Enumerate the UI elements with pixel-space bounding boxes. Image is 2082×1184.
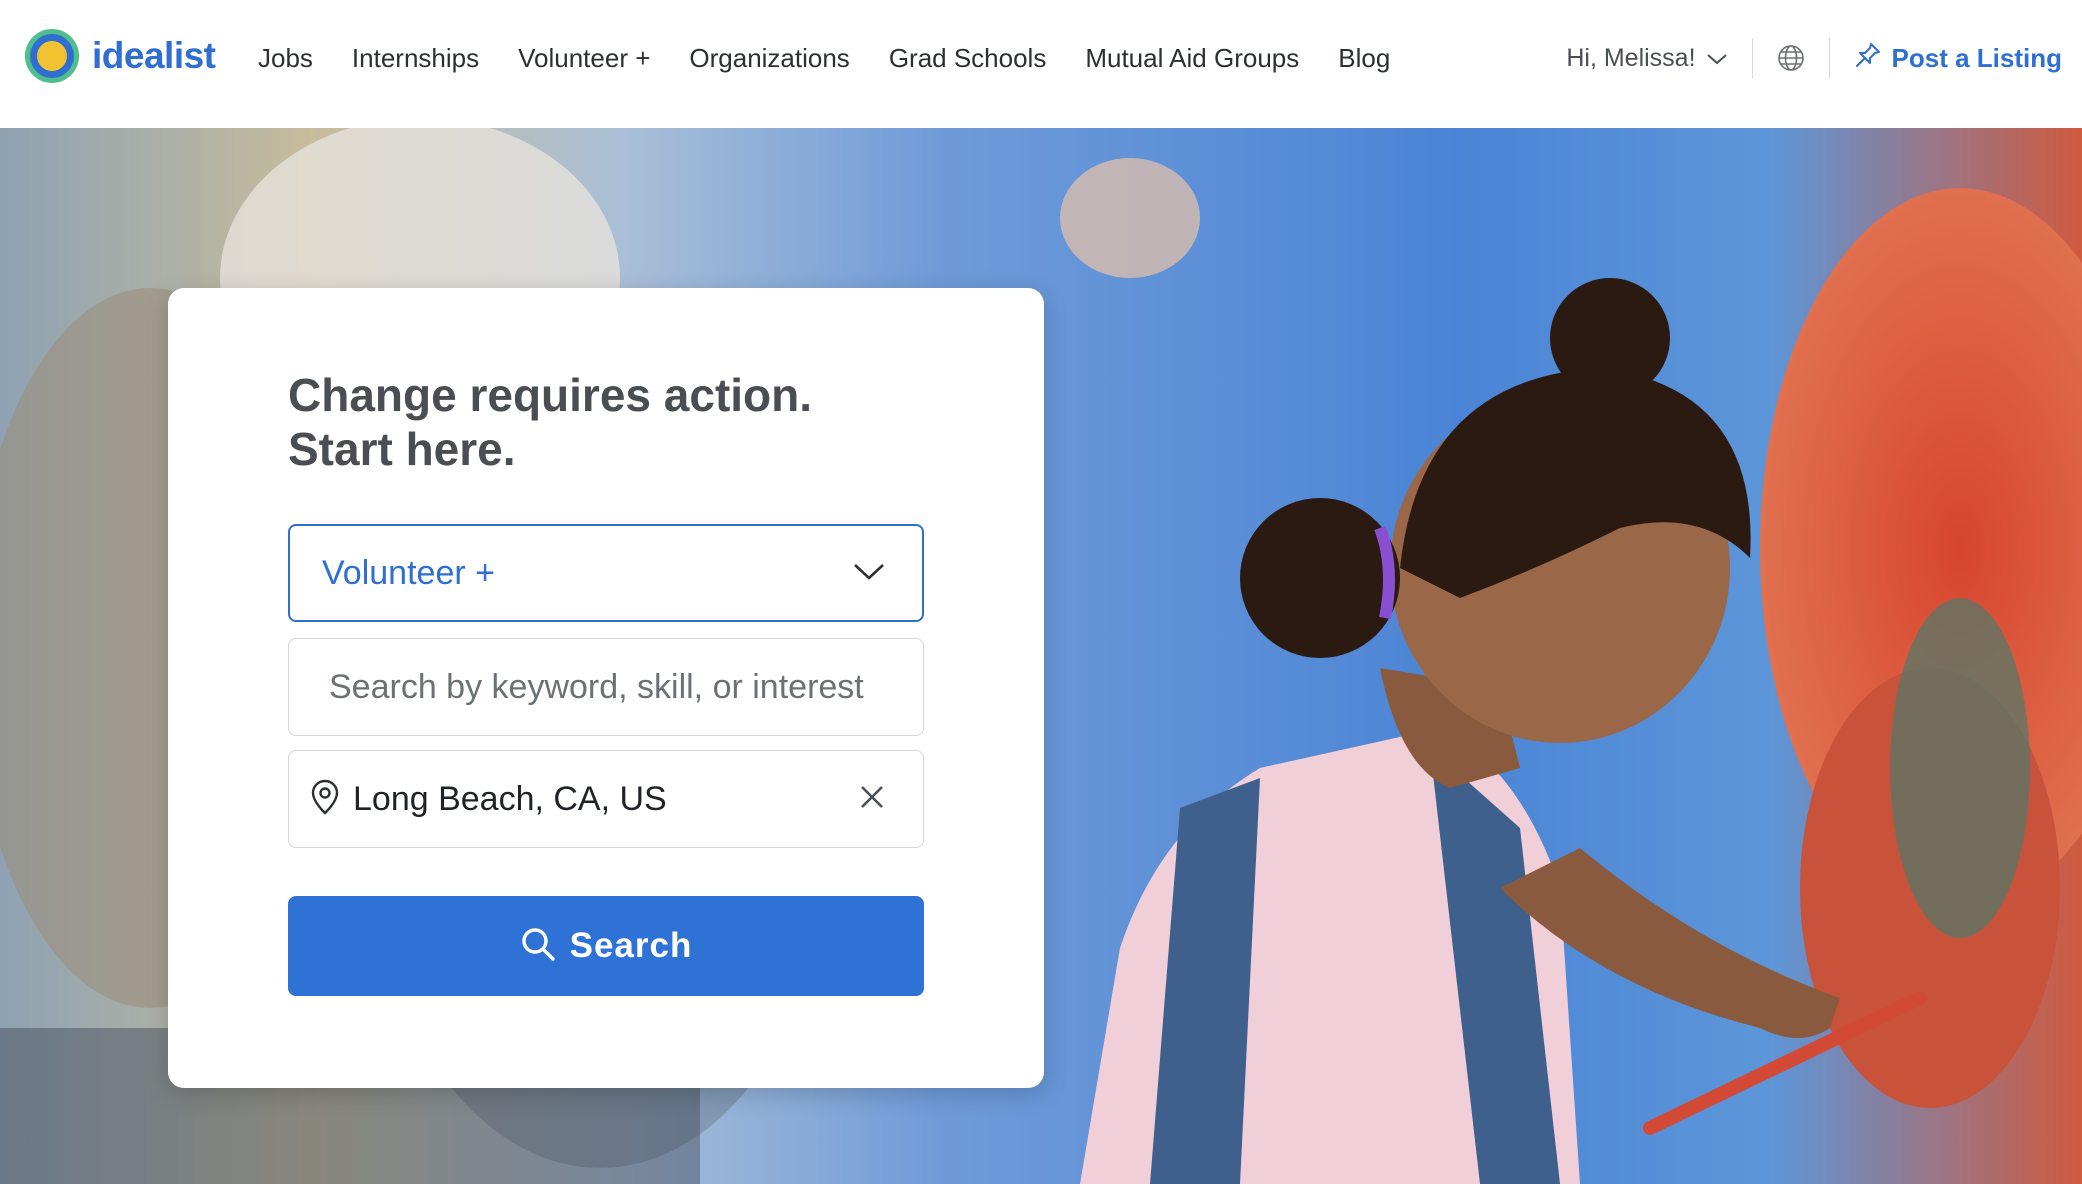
nav-blog[interactable]: Blog — [1338, 43, 1390, 74]
listing-type-value: Volunteer + — [322, 553, 495, 592]
language-button[interactable] — [1777, 44, 1805, 72]
keyword-field — [288, 638, 924, 736]
brand-logo[interactable]: idealist — [22, 26, 216, 86]
account-nav: Hi, Melissa! Post a Listing — [1566, 0, 2082, 116]
site-header: idealist Jobs Internships Volunteer + Or… — [0, 0, 2082, 128]
nav-grad-schools[interactable]: Grad Schools — [889, 43, 1047, 74]
post-listing-link[interactable]: Post a Listing — [1854, 41, 2062, 76]
nav-divider — [1751, 38, 1753, 78]
greeting-text: Hi, Melissa! — [1566, 43, 1696, 72]
location-value: Long Beach, CA, US — [353, 779, 667, 818]
brand-name: idealist — [92, 35, 216, 76]
search-button-label: Search — [569, 926, 693, 965]
main-nav: Jobs Internships Volunteer + Organizatio… — [258, 0, 1429, 116]
hero-title: Change requires action. Start here. — [288, 369, 813, 475]
location-field[interactable]: Long Beach, CA, US — [288, 750, 924, 848]
chevron-down-icon — [852, 561, 922, 586]
listing-type-select[interactable]: Volunteer + — [288, 524, 924, 622]
nav-divider — [1828, 38, 1830, 78]
idealist-logo-icon — [22, 26, 82, 86]
pushpin-icon — [1854, 41, 1892, 76]
location-pin-icon — [289, 778, 341, 821]
nav-mutual-aid-groups[interactable]: Mutual Aid Groups — [1085, 43, 1299, 74]
post-listing-label: Post a Listing — [1891, 42, 2062, 73]
close-icon[interactable] — [859, 784, 923, 815]
account-menu[interactable]: Hi, Melissa! — [1566, 44, 1727, 73]
nav-volunteer[interactable]: Volunteer + — [518, 43, 650, 74]
nav-internships[interactable]: Internships — [352, 43, 479, 74]
search-button[interactable]: Search — [288, 896, 924, 996]
globe-icon — [1777, 44, 1805, 72]
keyword-input[interactable] — [327, 666, 923, 708]
chevron-down-icon — [1696, 44, 1728, 73]
search-card: Change requires action. Start here. Volu… — [168, 288, 1044, 1088]
nav-organizations[interactable]: Organizations — [689, 43, 849, 74]
nav-jobs[interactable]: Jobs — [258, 43, 313, 74]
search-icon — [520, 926, 570, 967]
